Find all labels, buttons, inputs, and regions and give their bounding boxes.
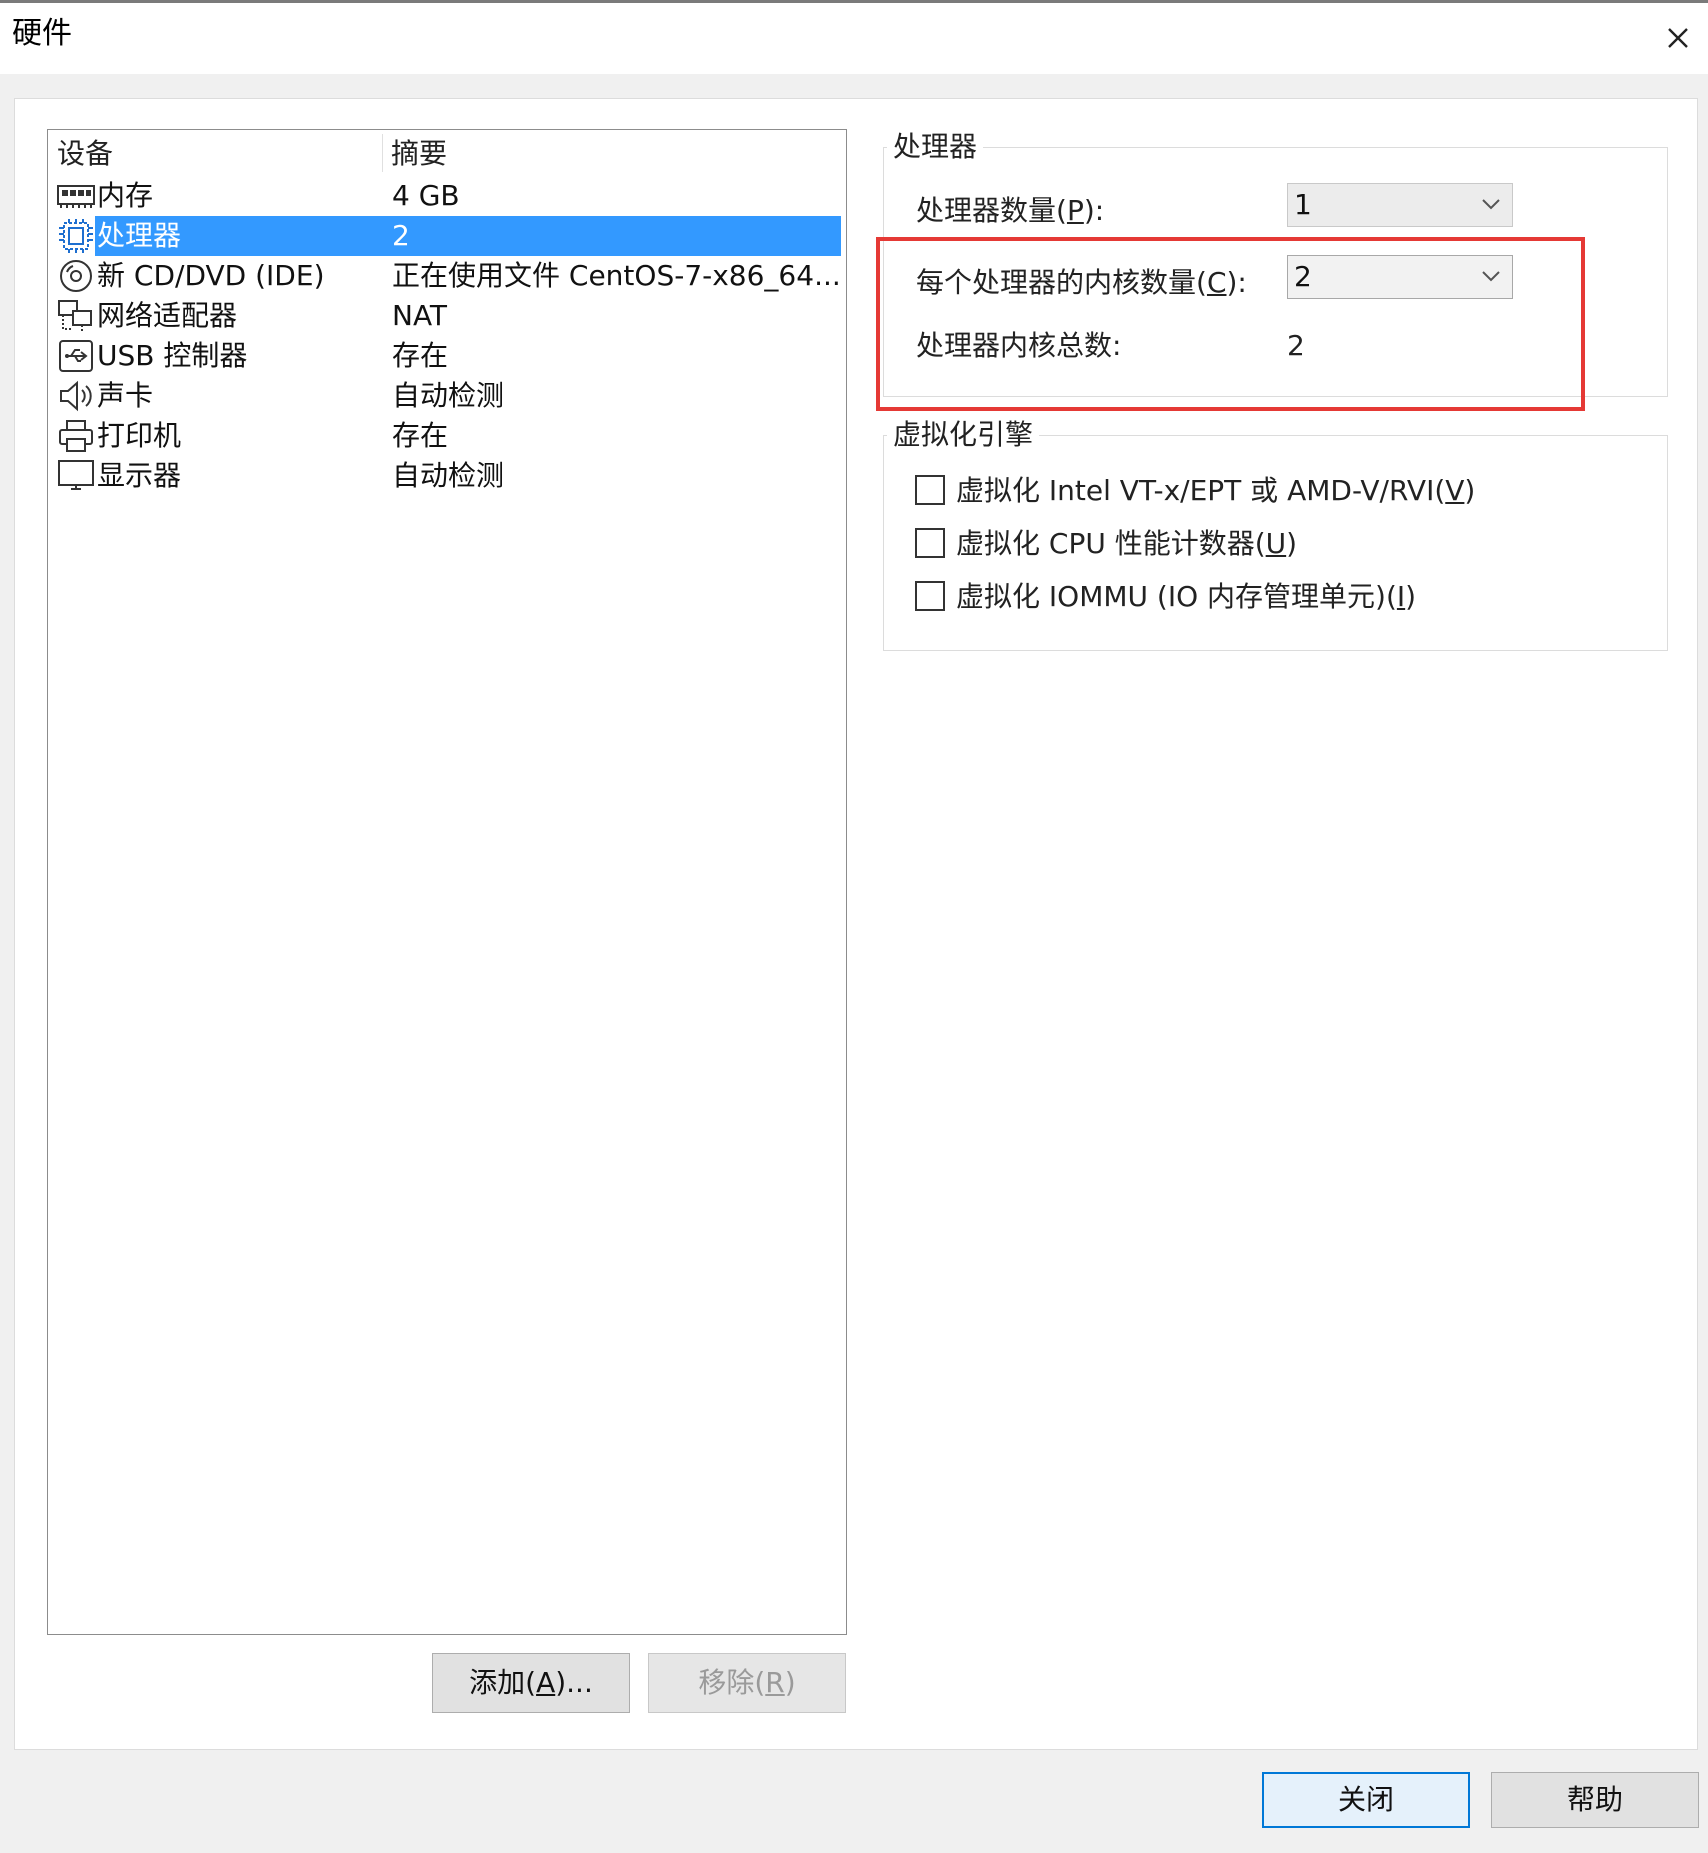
- device-summary: 4 GB: [392, 179, 460, 212]
- device-name: 内存: [97, 179, 154, 212]
- title-separator: [0, 74, 1708, 98]
- selection-highlight: [95, 216, 841, 256]
- add-label-pre: 添加(: [469, 1666, 537, 1699]
- virtualization-group-title: 虚拟化引擎: [887, 417, 1040, 453]
- device-summary: 自动检测: [392, 459, 505, 492]
- close-window-icon[interactable]: [1660, 20, 1696, 56]
- device-summary: 正在使用文件 CentOS-7-x86_64...: [392, 259, 841, 292]
- memory-icon: [57, 178, 95, 214]
- device-name: 声卡: [97, 379, 154, 412]
- select-value: 1: [1294, 188, 1312, 221]
- device-row-network-adapter[interactable]: 网络适配器 NAT: [53, 296, 841, 336]
- num-processors-select[interactable]: 1: [1287, 183, 1513, 227]
- device-summary: 存在: [392, 339, 449, 372]
- processor-group-title: 处理器: [887, 129, 984, 165]
- processor-icon: [57, 218, 95, 254]
- add-label-post: )...: [555, 1666, 593, 1699]
- label-pre: 虚拟化 IOMMU (IO 内存管理单元)(: [956, 580, 1397, 613]
- device-row-sound-card[interactable]: 声卡 自动检测: [53, 376, 841, 416]
- device-name: USB 控制器: [97, 339, 248, 372]
- printer-icon: [57, 418, 95, 454]
- remove-label-pre: 移除(: [698, 1666, 766, 1699]
- label-pre: 处理器数量(: [916, 194, 1067, 227]
- device-row-usb-controller[interactable]: USB 控制器 存在: [53, 336, 841, 376]
- add-device-button[interactable]: 添加(A)...: [432, 1653, 630, 1713]
- column-divider[interactable]: [382, 134, 383, 172]
- device-row-display[interactable]: 显示器 自动检测: [53, 456, 841, 496]
- device-row-printer[interactable]: 打印机 存在: [53, 416, 841, 456]
- label-pre: 虚拟化 CPU 性能计数器(: [956, 527, 1266, 560]
- sound-card-icon: [57, 378, 95, 414]
- iommu-checkbox[interactable]: [915, 581, 945, 611]
- device-summary: 自动检测: [392, 379, 505, 412]
- remove-label-post: ): [784, 1666, 796, 1699]
- device-list[interactable]: 设备 摘要 内存 4 GB 处理器 2 新 CD/DVD (IDE) 正在使用文…: [47, 129, 847, 1635]
- device-row-processor[interactable]: 处理器 2: [53, 216, 841, 256]
- usb-icon: [57, 338, 95, 374]
- vt-x-ept-checkbox[interactable]: [915, 475, 945, 505]
- add-access-key: A: [536, 1666, 556, 1699]
- access-key: U: [1265, 527, 1287, 560]
- device-name: 新 CD/DVD (IDE): [97, 259, 325, 292]
- close-button[interactable]: 关闭: [1262, 1772, 1470, 1828]
- annotation-highlight-box: [876, 237, 1585, 411]
- device-name: 网络适配器: [97, 299, 238, 332]
- device-name: 处理器: [97, 219, 182, 252]
- cpu-perf-counters-checkbox[interactable]: [915, 528, 945, 558]
- access-key: V: [1445, 474, 1465, 507]
- access-key: P: [1066, 194, 1084, 227]
- display-icon: [57, 458, 95, 494]
- access-key: I: [1396, 580, 1406, 613]
- column-header-device[interactable]: 设备: [57, 135, 113, 173]
- label-pre: 虚拟化 Intel VT-x/EPT 或 AMD-V/RVI(: [956, 474, 1446, 507]
- label-post: ): [1464, 474, 1476, 507]
- num-processors-label: 处理器数量(P):: [916, 192, 1104, 230]
- device-row-cd-dvd[interactable]: 新 CD/DVD (IDE) 正在使用文件 CentOS-7-x86_64...: [53, 256, 841, 296]
- vt-x-ept-label[interactable]: 虚拟化 Intel VT-x/EPT 或 AMD-V/RVI(V): [956, 472, 1475, 510]
- help-button[interactable]: 帮助: [1491, 1772, 1699, 1828]
- device-summary: NAT: [392, 299, 448, 332]
- device-row-memory[interactable]: 内存 4 GB: [53, 176, 841, 216]
- remove-device-button[interactable]: 移除(R): [648, 1653, 846, 1713]
- device-name: 显示器: [97, 459, 182, 492]
- iommu-label[interactable]: 虚拟化 IOMMU (IO 内存管理单元)(I): [956, 578, 1416, 616]
- cd-dvd-icon: [57, 258, 95, 294]
- device-summary: 2: [392, 219, 410, 252]
- label-post: ): [1286, 527, 1298, 560]
- device-summary: 存在: [392, 419, 449, 452]
- cpu-perf-counters-label[interactable]: 虚拟化 CPU 性能计数器(U): [956, 525, 1297, 563]
- title-bar: [0, 0, 1708, 74]
- label-post: ):: [1083, 194, 1105, 227]
- chevron-down-icon: [1482, 199, 1500, 210]
- device-name: 打印机: [97, 419, 182, 452]
- network-adapter-icon: [57, 298, 95, 334]
- remove-access-key: R: [765, 1666, 785, 1699]
- column-header-summary[interactable]: 摘要: [391, 135, 447, 173]
- window-title: 硬件: [12, 16, 72, 51]
- label-post: ): [1405, 580, 1417, 613]
